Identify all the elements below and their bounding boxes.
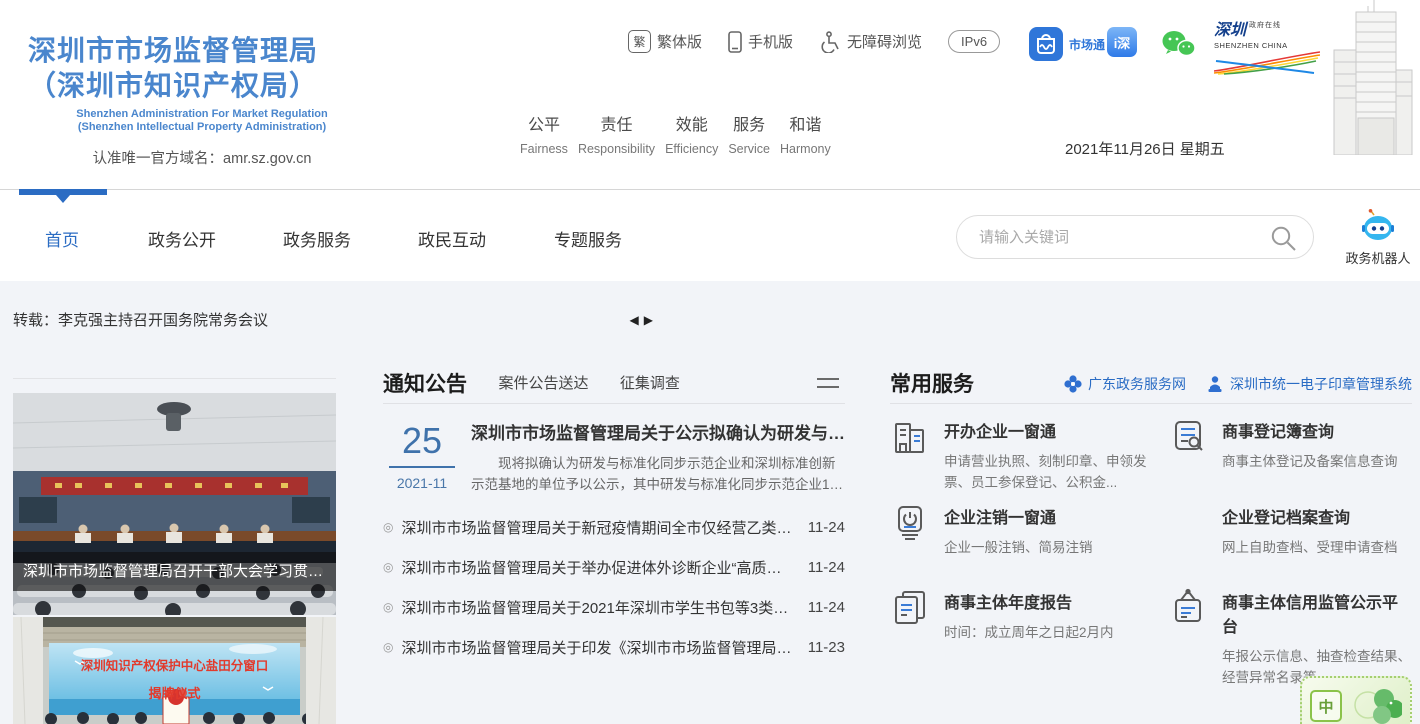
featured-summary: 现将拟确认为研发与标准化同步示范企业和深圳标准创新示范基地的单位予以公示，其中研… [471, 453, 845, 495]
notice-item[interactable]: ◎ 深圳市市场监督管理局关于2021年深圳市学生书包等3类产... 11-24 [383, 587, 845, 627]
value-item: 责任Responsibility [578, 111, 655, 156]
notice-item[interactable]: ◎ 深圳市市场监督管理局关于举办促进体外诊断企业“高质量... 11-24 [383, 547, 845, 587]
bullet-icon: ◎ [383, 520, 393, 534]
nav-tab-home[interactable]: 首页 [45, 226, 79, 251]
credit-platform-icon [1168, 587, 1208, 627]
wechat-link[interactable] [1160, 29, 1196, 59]
i-shenzhen-app-icon[interactable]: i深 [1107, 27, 1137, 57]
accessibility-link[interactable]: 无障碍浏览 [819, 31, 922, 53]
notice-list: ◎ 深圳市市场监督管理局关于新冠疫情期间全市仅经营乙类非... 11-24 ◎ … [383, 507, 845, 667]
pinwheel-icon [1064, 375, 1082, 393]
promo-widget[interactable]: 中 [1300, 676, 1412, 724]
value-item: 服务Service [728, 111, 770, 156]
market-app-link[interactable]: 市场通 [1028, 26, 1105, 62]
company-open-icon [890, 416, 930, 456]
site-header: 深圳市市场监督管理局 （深圳市知识产权局） Shenzhen Administr… [0, 0, 1420, 189]
banner-line1: 深圳知识产权保护中心盐田分窗口 [13, 655, 336, 674]
notices-title[interactable]: 通知公告 [383, 368, 467, 398]
featured-notice[interactable]: 25 2021-11 深圳市市场监督管理局关于公示拟确认为研发与标... 现将拟… [383, 419, 845, 495]
site-title: 深圳市市场监督管理局 （深圳市知识产权局） [28, 33, 376, 103]
service-archive-search[interactable]: 企业登记档案查询 网上自助查档、受理申请查档 [1168, 502, 1412, 587]
blank-icon-space [1168, 502, 1208, 542]
traditional-version-link[interactable]: 繁 繁体版 [628, 30, 702, 53]
active-tab-arrow [56, 195, 70, 203]
market-app-label: 市场通 [1069, 36, 1105, 53]
stamp-icon [1206, 375, 1224, 393]
site-logo[interactable]: 深圳市市场监督管理局 （深圳市知识产权局） Shenzhen Administr… [28, 33, 376, 168]
service-credit-platform[interactable]: 商事主体信用监管公示平台 年报公示信息、抽查检查结果、经营异常名录等 [1168, 587, 1412, 688]
featured-title: 深圳市市场监督管理局关于公示拟确认为研发与标... [471, 419, 845, 444]
wechat-icon [1160, 29, 1196, 59]
notices-tab-survey[interactable]: 征集调查 [620, 375, 680, 392]
notices-section: 通知公告 案件公告送达 征集调查 25 2021-11 深圳市市场监督管理局关于… [383, 368, 845, 667]
bullet-icon: ◎ [383, 640, 393, 654]
content: 转载：李克强主持召开国务院常务会议 ◀ ▶ [0, 281, 1420, 724]
services-section: 常用服务 广东政务服务网 [890, 368, 1412, 688]
search-box [956, 215, 1314, 259]
ticker-headline[interactable]: 转载：李克强主持召开国务院常务会议 [13, 309, 268, 330]
service-annual-report[interactable]: 商事主体年度报告 时间：成立周年之日起2月内 [890, 587, 1168, 688]
services-header: 常用服务 广东政务服务网 [890, 368, 1412, 404]
more-icon[interactable] [817, 377, 839, 390]
nav-tab-services[interactable]: 政务服务 [283, 226, 351, 251]
value-item: 公平Fairness [520, 111, 568, 156]
accessibility-icon [819, 31, 841, 53]
services-grid: 开办企业一窗通 申请营业执照、刻制印章、申领发票、员工参保登记、公积金... [890, 416, 1412, 688]
building-sketch [1326, 0, 1418, 155]
current-date: 2021年11月26日 星期五 [1065, 138, 1225, 159]
clover-leaves-icon [1350, 685, 1402, 724]
nav-tab-topics[interactable]: 专题服务 [554, 226, 622, 251]
carousel-prev-icon[interactable]: ◀ [630, 313, 639, 327]
main-nav: 首页 政务公开 政务服务 政民互动 专题服务 政务机器人 [0, 189, 1420, 281]
registry-search-icon [1168, 416, 1208, 456]
bullet-icon: ◎ [383, 600, 393, 614]
nav-tab-interaction[interactable]: 政民互动 [418, 226, 486, 251]
market-app-icon [1028, 26, 1064, 62]
notices-tab-case-delivery[interactable]: 案件公告送达 [498, 375, 588, 392]
company-cancel-icon [890, 502, 930, 542]
traditional-badge-icon: 繁 [628, 30, 651, 53]
mobile-version-link[interactable]: 手机版 [728, 31, 793, 53]
photo-carousel: 深圳市市场监督管理局召开干部大会学习贯彻党的十... [13, 378, 336, 724]
core-values: 公平Fairness 责任Responsibility 效能Efficiency… [520, 111, 831, 156]
ipv6-badge[interactable]: IPv6 [948, 30, 1000, 53]
banner-line2: 揭牌仪式 [13, 683, 336, 702]
value-item: 效能Efficiency [665, 111, 718, 156]
headline-ticker: 转载：李克强主持召开国务院常务会议 ◀ ▶ [13, 309, 653, 330]
notice-item[interactable]: ◎ 深圳市市场监督管理局关于新冠疫情期间全市仅经营乙类非... 11-24 [383, 507, 845, 547]
official-domain-note: 认准唯一官方域名：amr.sz.gov.cn [28, 147, 376, 168]
news-photo-secondary[interactable]: 深圳知识产权保护中心盐田分窗口 揭牌仪式 [13, 617, 336, 724]
search-input[interactable] [957, 216, 1313, 258]
site-title-english: Shenzhen Administration For Market Regul… [28, 108, 376, 134]
robot-icon [1360, 209, 1396, 241]
nav-tab-disclosure[interactable]: 政务公开 [148, 226, 216, 251]
service-company-cancel[interactable]: 企业注销一窗通 企业一般注销、简易注销 [890, 502, 1168, 587]
carousel-divider [13, 378, 336, 379]
robot-assistant[interactable]: 政务机器人 [1342, 209, 1414, 267]
featured-date: 25 2021-11 [383, 419, 461, 495]
service-registry-search[interactable]: 商事登记簿查询 商事主体登记及备案信息查询 [1168, 416, 1412, 502]
promo-widget-label: 中 [1310, 690, 1342, 722]
robot-label: 政务机器人 [1342, 248, 1414, 267]
rainbow-swoosh-icon [1214, 51, 1320, 75]
notices-header: 通知公告 案件公告送达 征集调查 [383, 368, 845, 404]
annual-report-icon [890, 587, 930, 627]
search-icon[interactable] [1270, 225, 1297, 252]
gd-gov-service-link[interactable]: 广东政务服务网 [1064, 374, 1186, 394]
page: 深圳市市场监督管理局 （深圳市知识产权局） Shenzhen Administr… [0, 0, 1420, 724]
eseal-system-link[interactable]: 深圳市统一电子印章管理系统 [1206, 374, 1412, 394]
photo-caption: 深圳市市场监督管理局召开干部大会学习贯彻党的十... [13, 552, 336, 591]
value-item: 和谐Harmony [780, 111, 831, 156]
bullet-icon: ◎ [383, 560, 393, 574]
service-open-company[interactable]: 开办企业一窗通 申请营业执照、刻制印章、申领发票、员工参保登记、公积金... [890, 416, 1168, 502]
news-photo-main[interactable]: 深圳市市场监督管理局召开干部大会学习贯彻党的十... [13, 393, 336, 615]
carousel-next-icon[interactable]: ▶ [644, 313, 653, 327]
mobile-phone-icon [728, 31, 742, 53]
quick-links: 繁 繁体版 手机版 无障碍浏览 IPv6 [628, 30, 1000, 53]
notice-item[interactable]: ◎ 深圳市市场监督管理局关于印发《深圳市市场监督管理局商... 11-23 [383, 627, 845, 667]
services-title[interactable]: 常用服务 [890, 368, 974, 398]
shenzhen-china-logo[interactable]: 深圳 政府在线 SHENZHEN CHINA [1214, 16, 1324, 80]
